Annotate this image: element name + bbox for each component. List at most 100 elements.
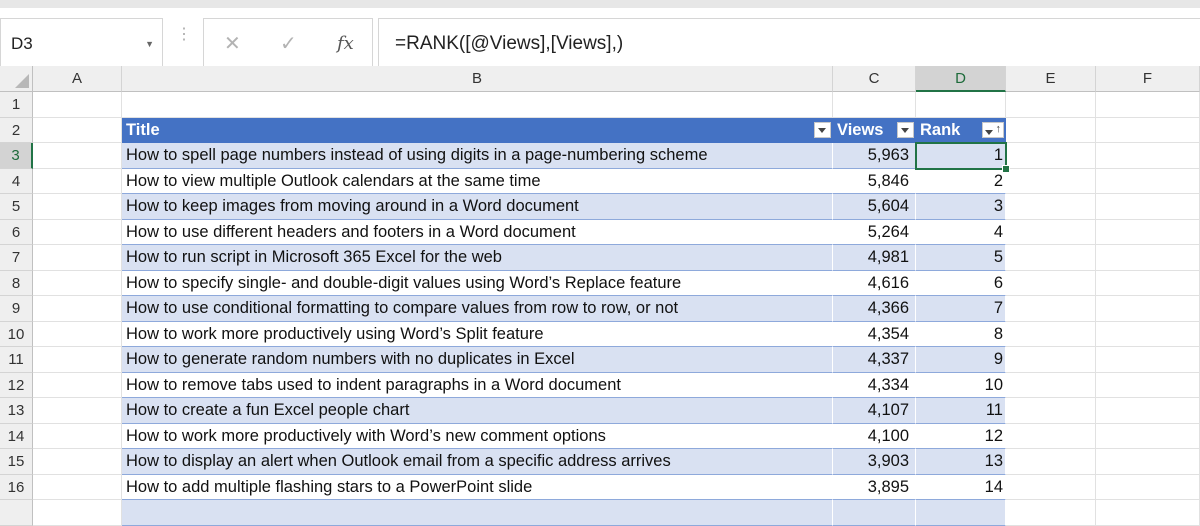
column-header-b[interactable]: B	[122, 66, 833, 92]
grid-cell[interactable]	[1096, 92, 1200, 118]
table-cell-rank[interactable]: 10	[916, 372, 1006, 398]
name-box[interactable]: D3 ▼	[0, 18, 163, 68]
grid-cell[interactable]	[916, 92, 1006, 118]
row-header[interactable]	[0, 500, 33, 526]
grid-cell[interactable]	[33, 321, 122, 347]
table-cell-rank[interactable]: 5	[916, 245, 1006, 271]
row-header[interactable]: 10	[0, 321, 33, 347]
grid-cell[interactable]	[1006, 219, 1096, 245]
table-header-title[interactable]: Title	[122, 117, 833, 143]
column-header-d[interactable]: D	[916, 66, 1006, 92]
grid-cell[interactable]	[1096, 245, 1200, 271]
title-filter-button[interactable]	[814, 121, 831, 138]
table-cell-rank[interactable]: 2	[916, 168, 1006, 194]
grid-cell[interactable]	[33, 168, 122, 194]
table-cell-title[interactable]: How to display an alert when Outlook ema…	[122, 449, 833, 475]
grid-cell[interactable]	[33, 219, 122, 245]
table-cell-rank[interactable]: 8	[916, 321, 1006, 347]
table-cell-rank[interactable]: 11	[916, 398, 1006, 424]
row-header[interactable]: 13	[0, 398, 33, 424]
row-header[interactable]: 9	[0, 296, 33, 322]
grid-cell[interactable]	[1096, 321, 1200, 347]
table-cell-views[interactable]: 5,963	[833, 143, 916, 169]
grid-cell[interactable]	[1096, 296, 1200, 322]
table-cell-views[interactable]: 4,100	[833, 423, 916, 449]
table-cell-title[interactable]: How to specify single- and double-digit …	[122, 270, 833, 296]
fill-handle[interactable]	[1002, 164, 1010, 173]
table-cell-rank[interactable]: 7	[916, 296, 1006, 322]
table-cell-views[interactable]: 3,895	[833, 474, 916, 500]
table-cell-title[interactable]: How to work more productively with Word’…	[122, 423, 833, 449]
table-cell-rank[interactable]: 4	[916, 219, 1006, 245]
table-cell-title[interactable]: How to remove tabs used to indent paragr…	[122, 372, 833, 398]
grid-cell[interactable]	[33, 194, 122, 220]
row-header[interactable]: 4	[0, 168, 33, 194]
row-header[interactable]: 2	[0, 117, 33, 143]
table-cell-views[interactable]: 4,366	[833, 296, 916, 322]
cancel-icon[interactable]: ✕	[224, 31, 241, 56]
table-cell-title[interactable]: How to create a fun Excel people chart	[122, 398, 833, 424]
table-cell-views[interactable]: 3,903	[833, 449, 916, 475]
grid-cell[interactable]	[33, 270, 122, 296]
table-cell-rank[interactable]	[916, 500, 1006, 526]
table-cell-views[interactable]: 4,981	[833, 245, 916, 271]
grid-cell[interactable]	[1096, 423, 1200, 449]
table-cell-rank[interactable]: 13	[916, 449, 1006, 475]
grid-cell[interactable]	[1006, 423, 1096, 449]
row-header[interactable]: 11	[0, 347, 33, 373]
table-cell-views[interactable]: 4,616	[833, 270, 916, 296]
formula-input[interactable]: =RANK([@Views],[Views],)	[378, 18, 1200, 68]
views-filter-button[interactable]	[897, 121, 914, 138]
table-cell-views[interactable]: 4,354	[833, 321, 916, 347]
enter-icon[interactable]: ✓	[280, 31, 297, 56]
select-all-corner[interactable]	[0, 66, 33, 92]
grid-cell[interactable]	[1006, 347, 1096, 373]
row-header[interactable]: 6	[0, 219, 33, 245]
grid-cell[interactable]	[1006, 143, 1096, 169]
grid-cell[interactable]	[1096, 117, 1200, 143]
row-header[interactable]: 1	[0, 92, 33, 118]
grid-cell[interactable]	[1096, 347, 1200, 373]
grid-cell[interactable]	[33, 117, 122, 143]
grid-cell[interactable]	[1096, 474, 1200, 500]
grid-cell[interactable]	[33, 500, 122, 526]
table-cell-views[interactable]: 4,334	[833, 372, 916, 398]
row-header[interactable]: 7	[0, 245, 33, 271]
table-cell-title[interactable]: How to run script in Microsoft 365 Excel…	[122, 245, 833, 271]
grid-cell[interactable]	[1006, 296, 1096, 322]
grid-cell[interactable]	[33, 92, 122, 118]
grid-cell[interactable]	[1096, 398, 1200, 424]
grid-cell[interactable]	[833, 92, 916, 118]
insert-function-icon[interactable]: fx	[337, 33, 354, 54]
table-cell-rank[interactable]: 14	[916, 474, 1006, 500]
table-cell-views[interactable]: 5,604	[833, 194, 916, 220]
table-cell-title[interactable]: How to generate random numbers with no d…	[122, 347, 833, 373]
grid-cell[interactable]	[1096, 270, 1200, 296]
grid-cell[interactable]	[1006, 474, 1096, 500]
grid-cell[interactable]	[1006, 92, 1096, 118]
table-cell-views[interactable]: 4,107	[833, 398, 916, 424]
grid-cell[interactable]	[33, 245, 122, 271]
table-cell-views[interactable]: 4,337	[833, 347, 916, 373]
column-header-c[interactable]: C	[833, 66, 916, 92]
grid-cell[interactable]	[1006, 117, 1096, 143]
table-cell-title[interactable]: How to keep images from moving around in…	[122, 194, 833, 220]
row-header[interactable]: 5	[0, 194, 33, 220]
rank-filter-button[interactable]: ↑	[982, 121, 1004, 138]
table-cell-title[interactable]: How to use different headers and footers…	[122, 219, 833, 245]
grid-cell[interactable]	[1006, 398, 1096, 424]
grid-cell[interactable]	[1096, 168, 1200, 194]
grid-cell[interactable]	[1006, 321, 1096, 347]
grid-cell[interactable]	[1096, 194, 1200, 220]
row-header[interactable]: 14	[0, 423, 33, 449]
grid-cell[interactable]	[1006, 500, 1096, 526]
table-cell-title[interactable]: How to add multiple flashing stars to a …	[122, 474, 833, 500]
table-cell-title[interactable]: How to spell page numbers instead of usi…	[122, 143, 833, 169]
grid-cell[interactable]	[33, 423, 122, 449]
table-cell-rank[interactable]: 9	[916, 347, 1006, 373]
table-cell-title[interactable]	[122, 500, 833, 526]
row-header[interactable]: 8	[0, 270, 33, 296]
grid-cell[interactable]	[1006, 372, 1096, 398]
row-header[interactable]: 16	[0, 474, 33, 500]
column-header-f[interactable]: F	[1096, 66, 1200, 92]
